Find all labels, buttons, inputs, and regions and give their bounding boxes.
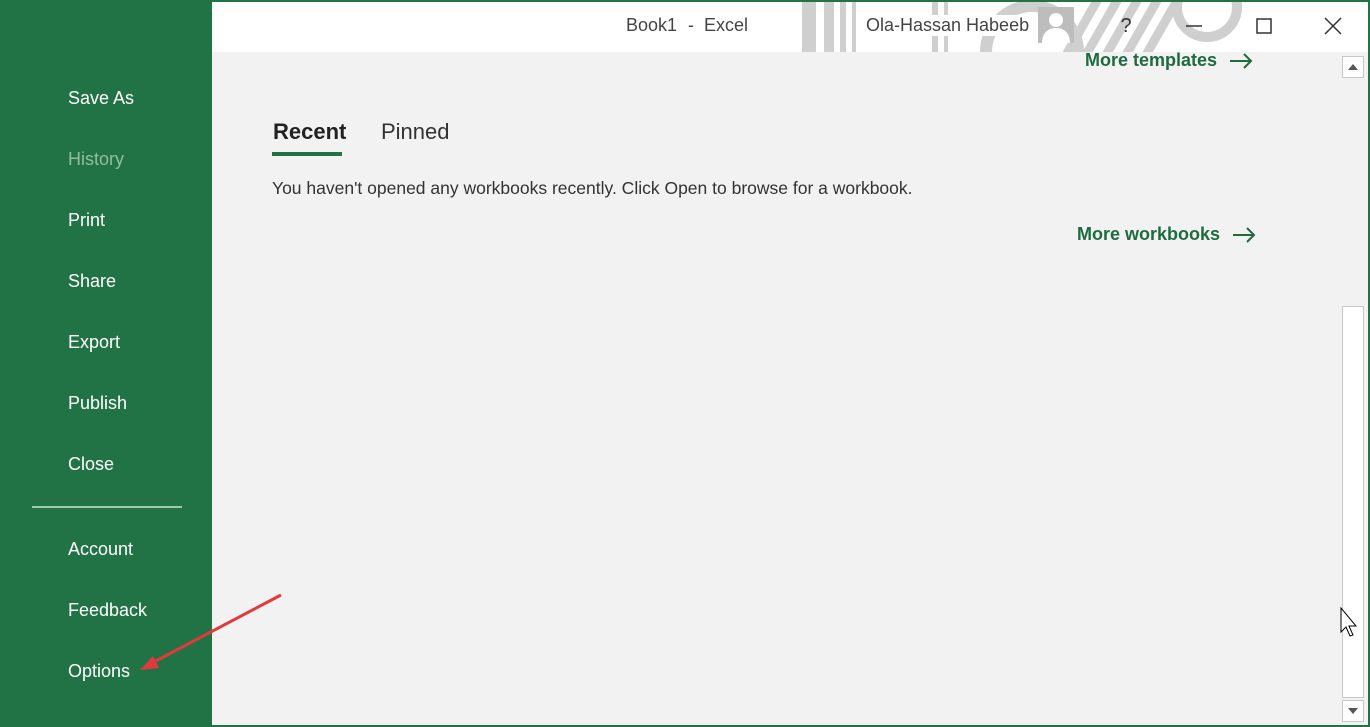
nav-account[interactable]: Account <box>68 538 133 560</box>
vertical-scrollbar[interactable] <box>1340 52 1366 725</box>
tab-pinned[interactable]: Pinned <box>381 119 450 145</box>
scroll-up-button[interactable] <box>1342 56 1364 78</box>
user-avatar-icon[interactable] <box>1038 7 1074 43</box>
nav-history: History <box>68 149 125 169</box>
scroll-up-icon <box>1348 64 1358 70</box>
nav-options[interactable]: Options <box>68 660 130 682</box>
nav-export[interactable]: Export <box>68 331 120 353</box>
arrow-right-icon <box>1233 226 1256 243</box>
more-workbooks-label: More workbooks <box>1077 224 1221 244</box>
tab-recent[interactable]: Recent <box>273 119 346 145</box>
scroll-thumb[interactable] <box>1342 306 1364 698</box>
scroll-down-icon <box>1348 708 1358 714</box>
nav-save-as[interactable]: Save As <box>68 87 134 109</box>
help-icon: ? <box>1120 14 1132 37</box>
backstage-main: Book1 - Excel Ola-Hassan Habeeb ? More t… <box>212 2 1368 725</box>
nav-share[interactable]: Share <box>68 270 116 292</box>
scroll-down-button[interactable] <box>1342 700 1364 722</box>
help-button[interactable]: ? <box>1104 2 1148 50</box>
more-templates-link[interactable]: More templates <box>1085 50 1253 71</box>
app-name: Excel <box>704 15 749 35</box>
nav-print[interactable]: Print <box>68 209 105 231</box>
title-separator: - <box>688 15 694 35</box>
arrow-right-icon <box>1230 52 1253 69</box>
title-bar: Book1 - Excel Ola-Hassan Habeeb ? <box>212 2 1368 52</box>
more-templates-label: More templates <box>1085 50 1218 70</box>
close-window-button[interactable] <box>1311 2 1355 50</box>
more-workbooks-link[interactable]: More workbooks <box>1077 224 1256 245</box>
minimize-icon <box>1186 25 1202 27</box>
minimize-button[interactable] <box>1172 2 1216 50</box>
nav-publish[interactable]: Publish <box>68 392 127 414</box>
document-title: Book1 <box>626 15 678 35</box>
sidebar-divider <box>32 506 182 508</box>
backstage-sidebar: Save As History Print Share Export Publi… <box>0 0 212 727</box>
close-icon <box>1324 17 1342 35</box>
empty-recent-message: You haven't opened any workbooks recentl… <box>272 178 913 198</box>
maximize-button[interactable] <box>1242 2 1286 50</box>
nav-feedback[interactable]: Feedback <box>68 599 147 621</box>
maximize-icon <box>1256 18 1272 34</box>
user-name[interactable]: Ola-Hassan Habeeb <box>864 15 1032 36</box>
active-tab-indicator <box>272 152 342 156</box>
nav-close[interactable]: Close <box>68 453 114 475</box>
